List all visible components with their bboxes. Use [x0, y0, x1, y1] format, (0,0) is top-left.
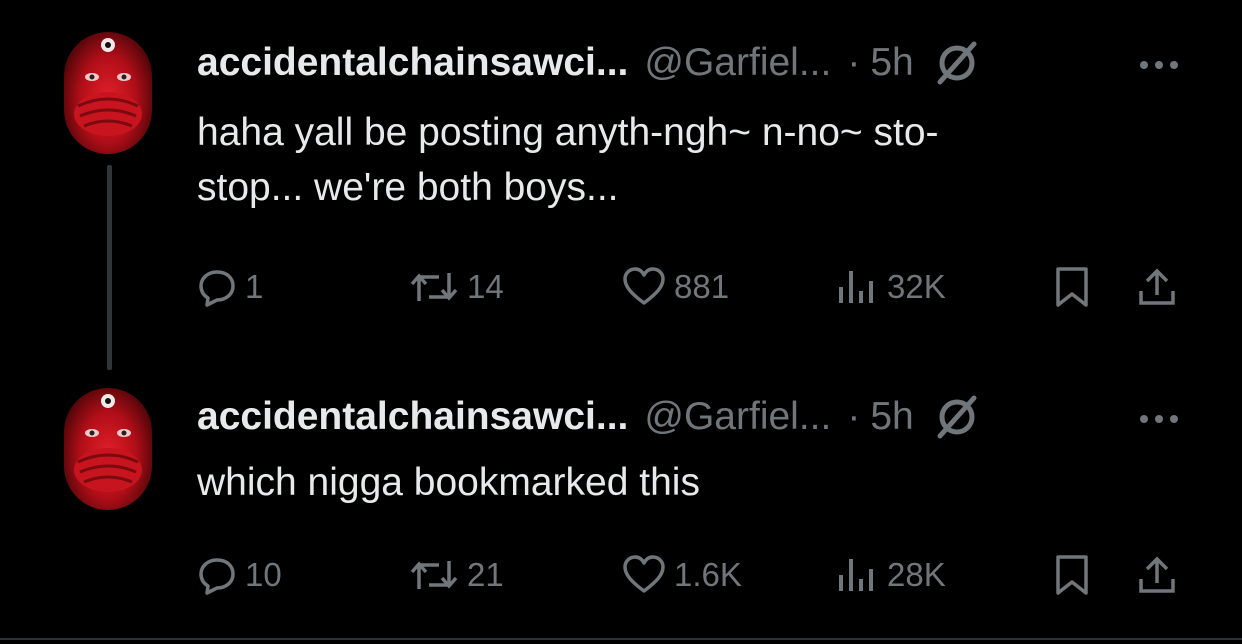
separator-dot: ·	[847, 395, 861, 438]
views-button[interactable]: 28K	[835, 550, 946, 600]
reply-count: 1	[245, 268, 264, 305]
like-button[interactable]: 1.6K	[622, 550, 742, 600]
bookmark-button[interactable]	[1052, 550, 1092, 600]
grok-icon[interactable]	[932, 392, 982, 442]
timestamp[interactable]: 5h	[870, 41, 913, 85]
tweet-header: accidentalchainsawci... @Garfiel... · 5h	[197, 392, 982, 442]
more-icon[interactable]	[1134, 50, 1184, 80]
action-bar: 10 21 1.6K 28K	[197, 550, 1197, 600]
tweet-text: which nigga bookmarked this	[197, 455, 1177, 510]
divider	[0, 638, 1242, 640]
user-handle[interactable]: @Garfiel...	[644, 41, 831, 85]
like-icon	[623, 267, 665, 305]
reply-button[interactable]: 1	[197, 262, 263, 312]
retweet-button[interactable]: 21	[409, 550, 504, 600]
share-icon	[1139, 268, 1175, 305]
share-button[interactable]	[1135, 262, 1179, 312]
like-count: 1.6K	[674, 556, 742, 593]
more-icon[interactable]	[1134, 404, 1184, 434]
share-icon	[1139, 556, 1175, 593]
user-handle[interactable]: @Garfiel...	[644, 395, 831, 439]
avatar-image	[74, 394, 142, 492]
tweet-text: haha yall be posting anyth-ngh~ n-no~ st…	[197, 105, 1177, 215]
retweet-icon	[410, 273, 458, 301]
display-name[interactable]: accidentalchainsawci...	[197, 395, 628, 439]
bookmark-icon	[1056, 267, 1088, 307]
retweet-count: 14	[467, 268, 504, 305]
bookmark-icon	[1056, 555, 1088, 595]
views-count: 32K	[887, 268, 946, 305]
like-count: 881	[674, 268, 730, 305]
bookmark-button[interactable]	[1052, 262, 1092, 312]
reply-button[interactable]: 10	[197, 550, 282, 600]
views-count: 28K	[887, 556, 946, 593]
reply-icon	[199, 558, 235, 595]
timestamp[interactable]: 5h	[870, 395, 913, 439]
display-name[interactable]: accidentalchainsawci...	[197, 41, 628, 85]
tweet-header: accidentalchainsawci... @Garfiel... · 5h	[197, 38, 982, 88]
reply-count: 10	[245, 556, 282, 593]
tweet-text-line: which nigga bookmarked this	[197, 461, 700, 504]
tweet-text-line: haha yall be posting anyth-ngh~ n-no~ st…	[197, 111, 939, 154]
like-button[interactable]: 881	[622, 262, 729, 312]
retweet-count: 21	[467, 556, 504, 593]
retweet-button[interactable]: 14	[409, 262, 504, 312]
retweet-icon	[410, 561, 458, 589]
avatar[interactable]	[64, 32, 152, 154]
share-button[interactable]	[1135, 550, 1179, 600]
grok-icon[interactable]	[932, 38, 982, 88]
like-icon	[623, 555, 665, 593]
tweet-2[interactable]: accidentalchainsawci... @Garfiel... · 5h…	[0, 370, 1242, 640]
views-icon	[839, 271, 873, 303]
views-button[interactable]: 32K	[835, 262, 946, 312]
reply-icon	[199, 270, 235, 307]
tweet-text-line: stop... we're both boys...	[197, 166, 619, 209]
separator-dot: ·	[847, 41, 861, 84]
views-icon	[839, 559, 873, 591]
avatar[interactable]	[64, 388, 152, 510]
action-bar: 1 14 881 32K	[197, 262, 1197, 312]
tweet-1[interactable]: accidentalchainsawci... @Garfiel... · 5h…	[0, 0, 1242, 370]
avatar-image	[74, 38, 142, 136]
